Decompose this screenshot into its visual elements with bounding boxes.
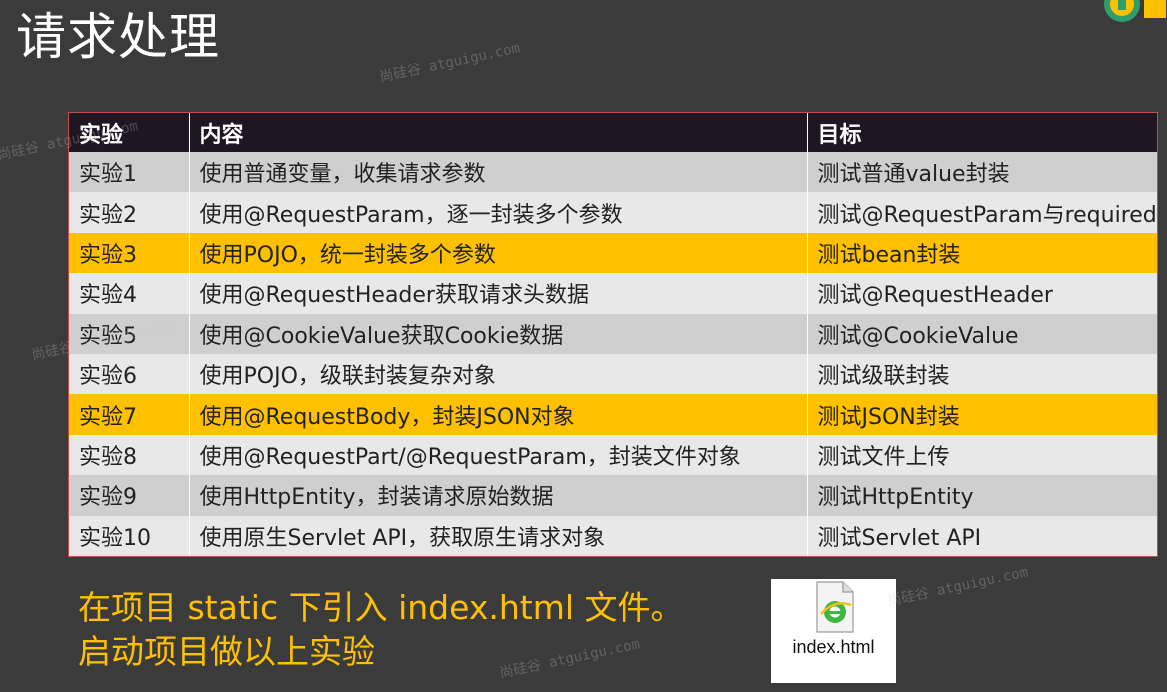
- cell-goal: 测试bean封装: [806, 232, 1157, 274]
- cell-goal: 测试@RequestParam与required: [806, 192, 1157, 233]
- cell-experiment: 实验8: [69, 434, 189, 476]
- cell-goal: 测试JSON封装: [806, 394, 1157, 435]
- note-line-2: 启动项目做以上实验: [78, 632, 375, 671]
- cell-goal: 测试HttpEntity: [806, 475, 1157, 516]
- cell-goal: 测试普通value封装: [806, 152, 1157, 193]
- table-row: 实验1 使用普通变量，收集请求参数 测试普通value封装: [69, 152, 1157, 193]
- table-row: 实验5 使用@CookieValue获取Cookie数据 测试@CookieValu…: [69, 313, 1157, 354]
- cell-content: 使用@RequestBody，封装JSON对象: [188, 394, 807, 435]
- cell-content: 使用POJO，级联封装复杂对象: [188, 353, 807, 395]
- cell-content: 使用@RequestHeader获取请求头数据: [188, 273, 807, 314]
- file-name-label: index.html: [792, 637, 875, 657]
- cell-content: 使用@RequestParam，逐一封装多个参数: [188, 192, 807, 233]
- watermark: 尚硅谷 atguigu.com: [378, 40, 522, 86]
- cell-content: 使用POJO，统一封装多个参数: [188, 232, 807, 274]
- cell-experiment: 实验6: [69, 353, 189, 395]
- cell-goal: 测试文件上传: [806, 434, 1157, 476]
- column-header-content: 内容: [188, 113, 807, 152]
- slide-title: 请求处理: [16, 8, 220, 66]
- table-row: 实验6 使用POJO，级联封装复杂对象 测试级联封装: [69, 353, 1157, 395]
- experiments-table: 实验 内容 目标 实验1 使用普通变量，收集请求参数 测试普通value封装 实验2 使…: [68, 112, 1158, 557]
- cell-experiment: 实验7: [69, 394, 189, 435]
- table-row: 实验8 使用@RequestPart/@RequestParam，封装文件对象 测试…: [69, 434, 1157, 476]
- cell-experiment: 实验4: [69, 273, 189, 314]
- instructions-note: 在项目 static 下引入 index.html 文件。 启动项目做以上实验: [78, 586, 684, 674]
- cell-experiment: 实验10: [69, 515, 189, 556]
- table-row: 实验2 使用@RequestParam，逐一封装多个参数 测试@RequestPar…: [69, 192, 1157, 233]
- table-row: 实验9 使用HttpEntity，封装请求原始数据 测试HttpEntity: [69, 475, 1157, 516]
- column-header-experiment: 实验: [69, 113, 189, 152]
- cell-experiment: 实验1: [69, 152, 189, 193]
- table-row: 实验10 使用原生Servlet API，获取原生请求对象 测试Servlet AP…: [69, 515, 1157, 556]
- cell-experiment: 实验2: [69, 192, 189, 233]
- cell-content: 使用@RequestPart/@RequestParam，封装文件对象: [188, 434, 807, 476]
- cell-content: 使用原生Servlet API，获取原生请求对象: [188, 515, 807, 556]
- cell-content: 使用@CookieValue获取Cookie数据: [188, 313, 807, 354]
- html-file-icon: [816, 581, 854, 633]
- watermark: 尚硅谷 atguigu.com: [886, 564, 1030, 610]
- table-row: 实验4 使用@RequestHeader获取请求头数据 测试@RequestHead…: [69, 273, 1157, 314]
- cell-experiment: 实验9: [69, 475, 189, 516]
- cell-content: 使用普通变量，收集请求参数: [188, 152, 807, 193]
- table-header-row: 实验 内容 目标: [69, 113, 1157, 152]
- cell-experiment: 实验5: [69, 313, 189, 354]
- brand-logo-icon: [1104, 0, 1166, 22]
- cell-experiment: 实验3: [69, 232, 189, 274]
- cell-content: 使用HttpEntity，封装请求原始数据: [188, 475, 807, 516]
- column-header-goal: 目标: [806, 113, 1157, 152]
- cell-goal: 测试@CookieValue: [806, 313, 1157, 354]
- note-line-1: 在项目 static 下引入 index.html 文件。: [78, 588, 684, 627]
- table-row: 实验3 使用POJO，统一封装多个参数 测试bean封装: [69, 232, 1157, 274]
- index-html-file[interactable]: index.html: [771, 579, 896, 683]
- cell-goal: 测试级联封装: [806, 353, 1157, 395]
- table-row: 实验7 使用@RequestBody，封装JSON对象 测试JSON封装: [69, 394, 1157, 435]
- cell-goal: 测试@RequestHeader: [806, 273, 1157, 314]
- cell-goal: 测试Servlet API: [806, 515, 1157, 556]
